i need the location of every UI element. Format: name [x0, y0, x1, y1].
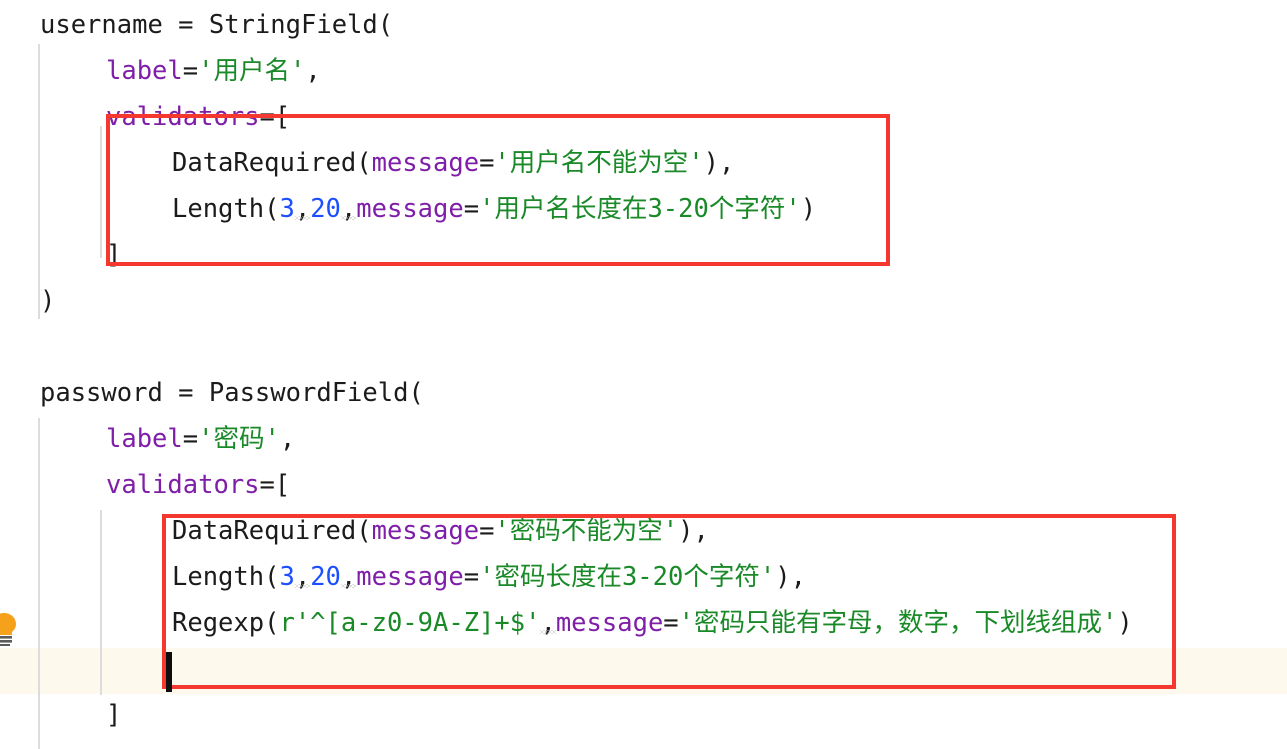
- code-line[interactable]: ]: [106, 692, 121, 738]
- code-token: r: [279, 608, 295, 638]
- code-token: '密码': [198, 424, 280, 454]
- text-caret: [166, 652, 172, 692]
- code-token: ]: [106, 240, 122, 270]
- code-token: ]: [106, 700, 122, 730]
- code-token: ,: [294, 562, 311, 592]
- code-token: 3: [279, 562, 295, 592]
- code-token: '密码长度在3-20个字符': [479, 562, 776, 592]
- code-token: ,: [340, 194, 357, 224]
- code-token: password = PasswordField(: [40, 378, 424, 408]
- code-token: =: [182, 56, 199, 86]
- code-line[interactable]: DataRequired(message='密码不能为空'),: [172, 508, 709, 554]
- code-editor-view: username = StringField(label='用户名', valid…: [0, 0, 1287, 749]
- code-line[interactable]: validators=[: [106, 462, 290, 508]
- code-token: =: [479, 148, 495, 178]
- code-token: =[: [259, 102, 291, 132]
- code-token: DataRequired(: [172, 148, 372, 178]
- code-token: Length(: [172, 194, 280, 224]
- code-token: label: [106, 424, 183, 454]
- code-token: =[: [259, 470, 291, 500]
- code-token: ,: [540, 608, 556, 638]
- code-token: DataRequired(: [172, 516, 372, 546]
- code-token: validators: [106, 102, 260, 132]
- code-token: ,: [279, 424, 296, 454]
- code-token: ),: [775, 562, 806, 592]
- code-token: '用户名不能为空': [494, 148, 704, 178]
- code-token: =: [463, 194, 480, 224]
- code-line[interactable]: ]: [106, 232, 121, 278]
- code-token: =: [463, 562, 480, 592]
- code-token: ,: [294, 194, 311, 224]
- code-token: =: [479, 516, 495, 546]
- code-line[interactable]: ): [40, 278, 55, 324]
- code-token: ): [40, 286, 56, 316]
- code-token: ): [800, 194, 817, 224]
- code-token: label: [106, 56, 183, 86]
- code-token: ),: [678, 516, 709, 546]
- code-token: ): [1117, 608, 1133, 638]
- code-line[interactable]: password = PasswordField(: [40, 370, 424, 416]
- code-token: Length(: [172, 562, 280, 592]
- code-token: 20: [310, 194, 341, 224]
- code-token: 20: [310, 562, 341, 592]
- code-line[interactable]: label='用户名',: [106, 48, 321, 94]
- code-token: message: [555, 608, 664, 638]
- code-line[interactable]: DataRequired(message='用户名不能为空'),: [172, 140, 734, 186]
- code-token: '密码不能为空': [494, 516, 679, 546]
- code-line[interactable]: validators=[: [106, 94, 290, 140]
- code-token: message: [356, 562, 464, 592]
- code-token: '^[a-z0-9A-Z]+$': [294, 608, 541, 638]
- code-token: '用户名': [198, 56, 306, 86]
- code-token: message: [371, 516, 480, 546]
- code-line[interactable]: Length(3,20,message='密码长度在3-20个字符'),: [172, 554, 806, 600]
- code-line[interactable]: label='密码',: [106, 416, 295, 462]
- code-text-layer[interactable]: username = StringField(label='用户名', valid…: [0, 0, 1287, 749]
- code-line[interactable]: Regexp(r'^[a-z0-9A-Z]+$',message='密码只能有字…: [172, 600, 1133, 646]
- code-token: =: [182, 424, 199, 454]
- code-token: '密码只能有字母，数字，下划线组成': [678, 608, 1118, 638]
- code-token: =: [663, 608, 679, 638]
- code-token: Regexp(: [172, 608, 280, 638]
- code-token: ),: [703, 148, 735, 178]
- code-token: '用户名长度在3-20个字符': [479, 194, 801, 224]
- code-token: ,: [305, 56, 321, 86]
- code-token: ,: [340, 562, 357, 592]
- code-token: message: [356, 194, 464, 224]
- lightbulb-icon[interactable]: [0, 612, 20, 650]
- code-line[interactable]: username = StringField(: [40, 2, 393, 48]
- code-token: username = StringField(: [40, 10, 394, 40]
- code-token: message: [371, 148, 480, 178]
- code-token: 3: [279, 194, 295, 224]
- code-token: validators: [106, 470, 260, 500]
- code-line[interactable]: Length(3,20,message='用户名长度在3-20个字符'): [172, 186, 816, 232]
